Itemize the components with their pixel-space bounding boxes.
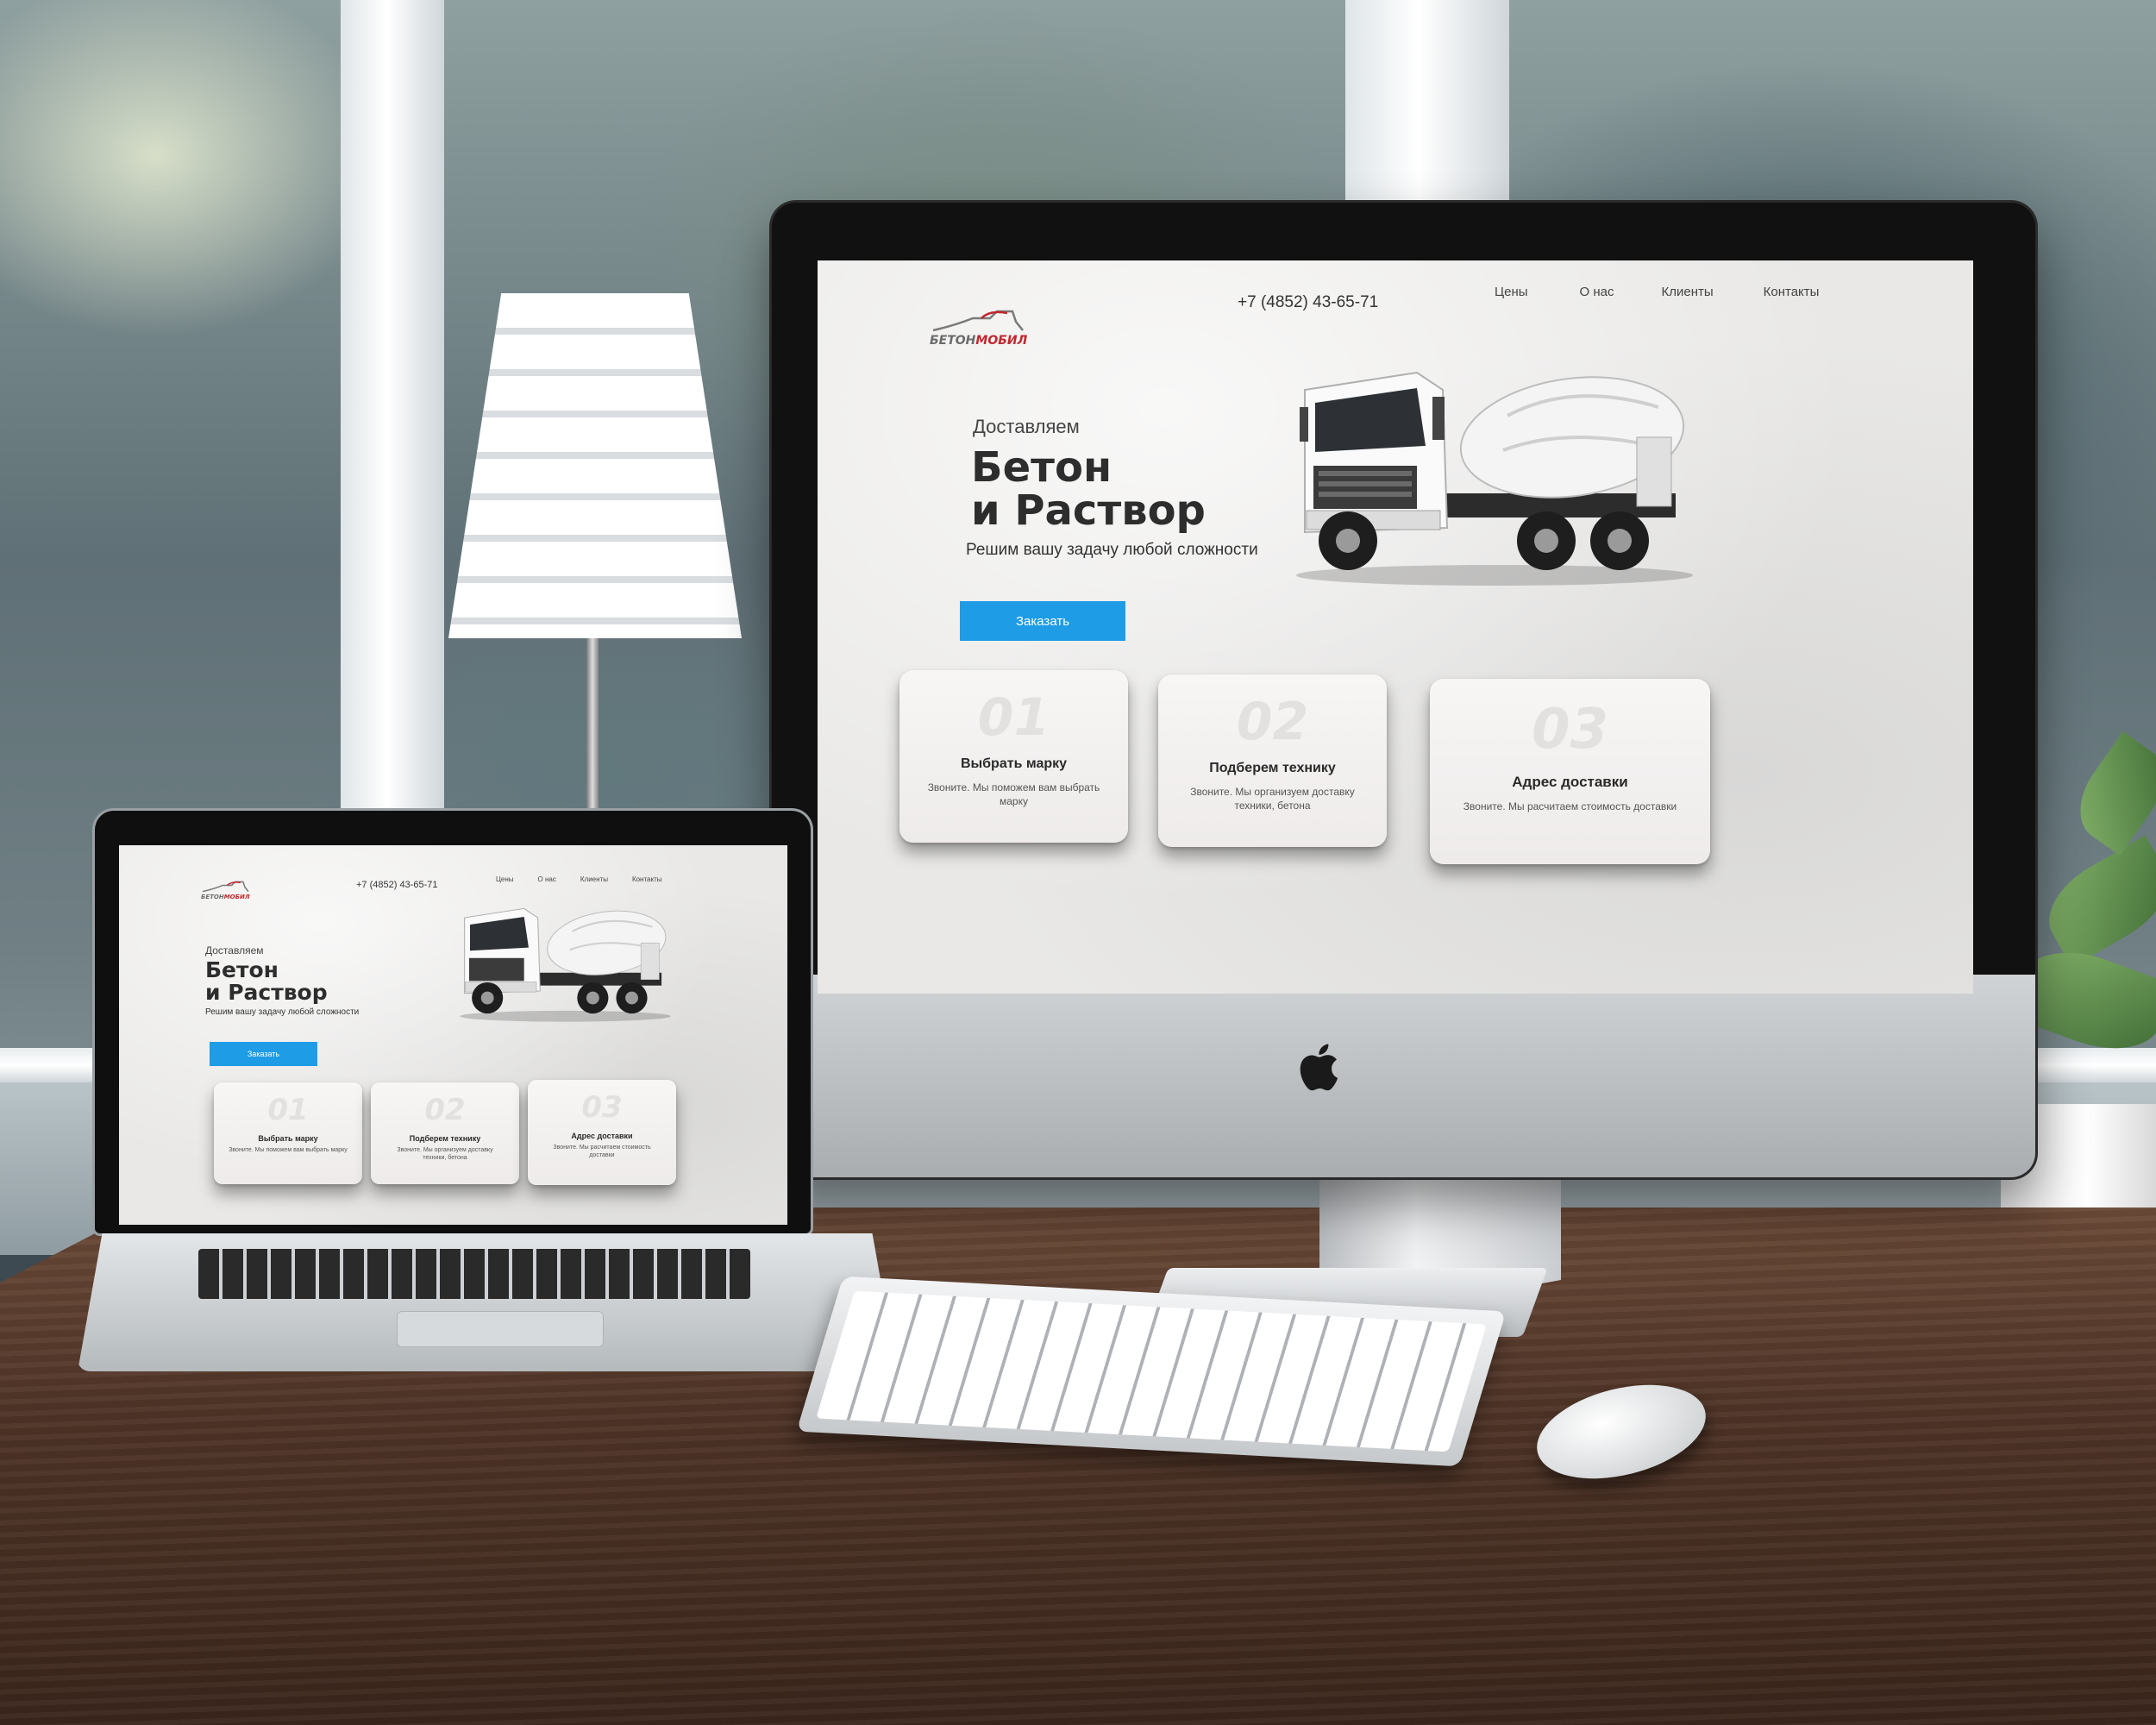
feature-card-1[interactable]: 01 Выбрать марку Звоните. Мы поможем вам… — [899, 670, 1128, 843]
feature-card-title: Подберем технику — [409, 1134, 481, 1143]
order-button[interactable]: Заказать — [210, 1042, 317, 1066]
feature-card-text: Звоните. Мы поможем вам выбрать марку — [229, 1147, 348, 1153]
website-desktop: БЕТОНМОБИЛ +7 (4852) 43-65-71 Цены О нас… — [818, 260, 1973, 994]
feature-card-text: Звоните. Мы поможем вам выбрать марку — [927, 781, 1100, 808]
main-nav: Цены О нас Клиенты Контакты — [496, 875, 662, 883]
logo-text-2: МОБИЛ — [975, 334, 1028, 348]
feature-card-2[interactable]: 02 Подберем технику Звоните. Мы организу… — [1158, 674, 1387, 847]
nav-item-clients[interactable]: Клиенты — [1661, 285, 1713, 299]
logo-mixer-icon — [930, 308, 1025, 334]
feature-card-text: Звоните. Мы расчитаем стоимость доставки — [1463, 800, 1677, 812]
header-phone[interactable]: +7 (4852) 43-65-71 — [1238, 293, 1378, 312]
imac-chin — [772, 975, 2035, 1177]
feature-card-number: 03 — [581, 1090, 623, 1125]
hero-title: Бетон и Раствор — [205, 957, 328, 1006]
hero-title-line1: Бетон — [971, 443, 1112, 492]
nav-item-contacts[interactable]: Контакты — [1764, 285, 1820, 299]
hero-tagline: Решим вашу задачу любой сложности — [966, 541, 1258, 559]
apple-logo-icon — [1294, 1039, 1340, 1095]
nav-item-contacts[interactable]: Контакты — [632, 875, 662, 883]
feature-card-number: 02 — [1236, 692, 1309, 752]
hero-subtitle: Доставляем — [205, 944, 264, 957]
logo-text-1: БЕТОН — [201, 894, 224, 900]
nav-item-prices[interactable]: Цены — [496, 875, 514, 883]
logo-text-1: БЕТОН — [930, 334, 976, 348]
feature-card-title: Подберем технику — [1209, 761, 1336, 775]
feature-card-3[interactable]: 03 Адрес доставки Звоните. Мы расчитаем … — [528, 1080, 676, 1185]
nav-item-prices[interactable]: Цены — [1495, 285, 1528, 299]
feature-card-text: Звоните. Мы расчитаем стоимость доставки — [553, 1145, 651, 1159]
nav-item-about[interactable]: О нас — [1580, 285, 1614, 299]
feature-card-text: Звоните. Мы организуем доставку техники,… — [397, 1147, 493, 1162]
logo-text-2: МОБИЛ — [223, 894, 250, 900]
nav-item-clients[interactable]: Клиенты — [580, 875, 608, 883]
site-logo[interactable]: БЕТОНМОБИЛ — [201, 880, 250, 900]
site-logo[interactable]: БЕТОНМОБИЛ — [930, 308, 1027, 348]
feature-card-number: 02 — [424, 1093, 466, 1127]
feature-card-3[interactable]: 03 Адрес доставки Звоните. Мы расчитаем … — [1430, 679, 1710, 864]
website-laptop: БЕТОНМОБИЛ +7 (4852) 43-65-71 Цены О нас… — [119, 845, 787, 1225]
feature-card-title: Адрес доставки — [1512, 774, 1628, 790]
feature-card-number: 01 — [977, 687, 1050, 748]
hero-title-line2: и Раствор — [971, 486, 1206, 536]
hero-subtitle: Доставляем — [973, 416, 1080, 437]
feature-card-number: 01 — [267, 1093, 309, 1127]
header-phone[interactable]: +7 (4852) 43-65-71 — [356, 880, 437, 890]
feature-card-title: Выбрать марку — [960, 756, 1068, 771]
concrete-mixer-truck-image — [455, 899, 675, 1024]
feature-card-1[interactable]: 01 Выбрать марку Звоните. Мы поможем вам… — [214, 1082, 362, 1184]
feature-card-text: Звоните. Мы организуем доставку техники,… — [1190, 786, 1355, 812]
hero-title-line1: Бетон — [205, 957, 279, 982]
main-nav: Цены О нас Клиенты Контакты — [1495, 285, 1819, 299]
concrete-mixer-truck-image — [1288, 355, 1702, 588]
feature-card-2[interactable]: 02 Подберем технику Звоните. Мы организу… — [371, 1082, 519, 1184]
laptop-keyboard — [198, 1249, 750, 1299]
feature-card-title: Выбрать марку — [258, 1134, 318, 1143]
logo-mixer-icon — [201, 880, 249, 894]
hero-title: Бетон и Раствор — [971, 446, 1206, 533]
laptop-trackpad — [397, 1311, 604, 1347]
office-scene: БЕТОНМОБИЛ +7 (4852) 43-65-71 Цены О нас… — [0, 0, 2156, 1725]
order-button[interactable]: Заказать — [960, 601, 1125, 641]
nav-item-about[interactable]: О нас — [538, 875, 556, 883]
hero-tagline: Решим вашу задачу любой сложности — [205, 1007, 360, 1017]
feature-card-number: 03 — [1531, 698, 1609, 762]
feature-card-title: Адрес доставки — [571, 1132, 633, 1140]
hero-title-line2: и Раствор — [205, 980, 328, 1006]
